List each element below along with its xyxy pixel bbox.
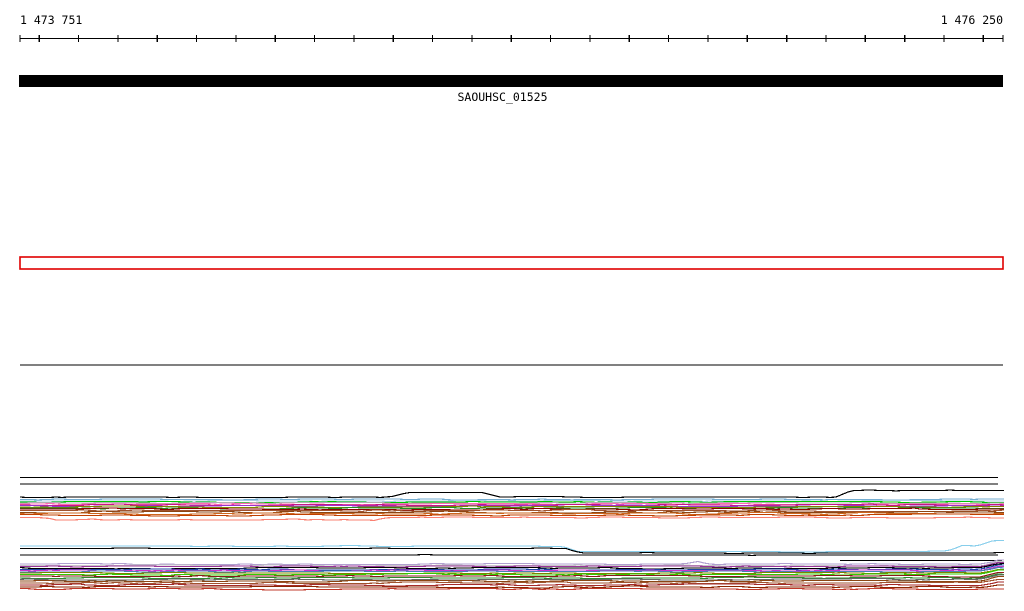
selection-rectangle[interactable] xyxy=(19,256,1004,270)
plot-series xyxy=(19,489,1004,499)
lower-coverage-plots[interactable] xyxy=(19,539,1005,591)
plot-series xyxy=(20,547,1004,555)
plot-series xyxy=(20,587,1004,591)
plot-series xyxy=(20,498,1004,501)
plot-series xyxy=(20,516,1004,522)
upper-coverage-plots[interactable] xyxy=(19,476,1005,522)
plot-series xyxy=(20,553,998,557)
plot-series xyxy=(20,539,1004,553)
feature-label[interactable]: SAOUHSC_01525 xyxy=(0,90,1005,104)
genome-browser-window: 1 473 751 1 476 250 SAOUHSC_01525 xyxy=(0,0,1024,611)
plot-series xyxy=(19,511,1004,516)
feature-bar[interactable] xyxy=(19,75,1003,87)
